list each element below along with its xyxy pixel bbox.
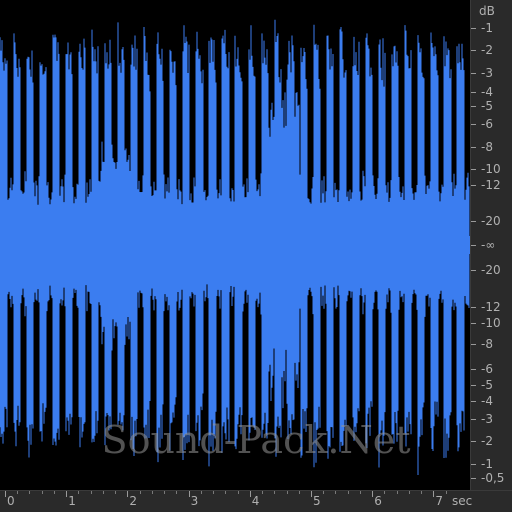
- db-tick: [471, 73, 476, 74]
- db-tick: [471, 147, 476, 148]
- time-minor-tick: [164, 491, 166, 494]
- db-tick-label: -3: [481, 412, 493, 426]
- db-tick-label: -4: [481, 85, 493, 99]
- db-unit-label: dB: [479, 4, 495, 18]
- time-tick-label: 7: [435, 494, 444, 508]
- time-minor-tick: [335, 491, 337, 494]
- time-minor-tick: [225, 491, 227, 494]
- time-tick: [311, 491, 312, 497]
- time-unit-label: sec: [452, 494, 473, 508]
- time-tick-label: 5: [313, 494, 321, 508]
- time-minor-tick: [115, 491, 117, 494]
- db-tick: [471, 221, 476, 222]
- db-tick: [471, 323, 476, 324]
- db-tick: [471, 28, 476, 29]
- time-tick-label: 4: [251, 494, 260, 508]
- time-tick-label: 2: [129, 494, 138, 508]
- time-tick-label: 6: [374, 494, 382, 508]
- time-tick: [5, 491, 6, 497]
- time-minor-tick: [384, 491, 386, 494]
- time-minor-tick: [445, 491, 447, 494]
- db-tick: [471, 124, 476, 125]
- db-scale-ruler: dB -1 -2 -3 -4 -5 -6 -8 -10 -12 -20 -∞ -20 -12 -10 -8-…: [470, 0, 512, 490]
- db-tick: [471, 245, 476, 246]
- db-tick-label: -2: [481, 434, 493, 448]
- db-tick-label: -12: [481, 300, 501, 314]
- db-tick: [471, 441, 476, 442]
- time-minor-tick: [347, 491, 349, 494]
- db-tick: [471, 270, 476, 271]
- db-tick: [471, 106, 476, 107]
- db-tick: [471, 307, 476, 308]
- db-tick-label: -2: [481, 43, 493, 57]
- db-tick: [471, 401, 476, 402]
- db-tick: [471, 464, 476, 465]
- time-minor-tick: [213, 491, 215, 494]
- db-tick-label: -20: [481, 214, 501, 228]
- db-tick-label: -8: [481, 337, 493, 351]
- time-tick-label: 3: [190, 494, 199, 508]
- time-minor-tick: [53, 491, 55, 494]
- db-tick: [471, 185, 476, 186]
- db-tick: [471, 169, 476, 170]
- db-tick-label: -6: [481, 117, 493, 131]
- db-tick-label: -10: [481, 316, 501, 330]
- time-minor-tick: [151, 491, 153, 494]
- db-tick-label: -8: [481, 140, 493, 154]
- db-tick-label: -4: [481, 394, 493, 408]
- db-tick-label: -∞: [481, 238, 496, 252]
- time-minor-tick: [102, 491, 104, 494]
- time-minor-tick: [29, 491, 31, 494]
- time-minor-tick: [200, 491, 202, 494]
- time-minor-tick: [274, 491, 276, 494]
- db-tick: [471, 92, 476, 93]
- db-tick: [471, 369, 476, 370]
- time-minor-tick: [396, 491, 398, 494]
- time-tick: [66, 491, 68, 497]
- db-tick: [471, 478, 476, 479]
- db-tick-label: -5: [481, 99, 493, 113]
- time-tick: [127, 491, 129, 497]
- time-minor-tick: [298, 491, 300, 494]
- db-tick-label: -20: [481, 263, 501, 277]
- db-tick: [471, 50, 476, 51]
- db-tick: [471, 419, 476, 420]
- time-tick: [249, 491, 251, 497]
- time-minor-tick: [323, 491, 325, 494]
- db-tick-label: -12: [481, 178, 501, 192]
- db-tick-label: -5: [481, 378, 493, 392]
- db-tick-label: -6: [481, 362, 493, 376]
- time-tick-label: 1: [68, 494, 76, 508]
- time-tick-label: 0: [7, 494, 15, 508]
- time-minor-tick: [90, 491, 92, 494]
- waveform-center-band: [0, 236, 470, 254]
- db-tick-label: -1: [481, 21, 493, 35]
- time-tick: [372, 491, 374, 497]
- time-minor-tick: [262, 491, 264, 494]
- db-tick-label: -3: [481, 66, 493, 80]
- db-tick-label: -0,5: [481, 471, 505, 485]
- time-minor-tick: [78, 491, 80, 494]
- time-minor-tick: [286, 491, 288, 494]
- db-tick-label: -1: [481, 457, 493, 471]
- time-minor-tick: [176, 491, 178, 494]
- db-tick-label: -10: [481, 162, 501, 176]
- waveform-display[interactable]: [0, 0, 470, 490]
- time-minor-tick: [139, 491, 141, 494]
- time-minor-tick: [359, 491, 361, 494]
- time-tick: [433, 491, 435, 497]
- audio-editor-view: dB -1 -2 -3 -4 -5 -6 -8 -10 -12 -20 -∞ -20 -12 -10 -8-…: [0, 0, 512, 512]
- time-minor-tick: [41, 491, 43, 494]
- db-tick: [471, 385, 476, 386]
- db-tick: [471, 344, 476, 345]
- time-tick: [188, 491, 190, 497]
- time-minor-tick: [408, 491, 410, 494]
- time-minor-tick: [421, 491, 423, 494]
- time-minor-tick: [237, 491, 239, 494]
- time-minor-tick: [17, 491, 19, 494]
- time-ruler: sec 0 1 2 3 4 5 6 7: [0, 490, 512, 512]
